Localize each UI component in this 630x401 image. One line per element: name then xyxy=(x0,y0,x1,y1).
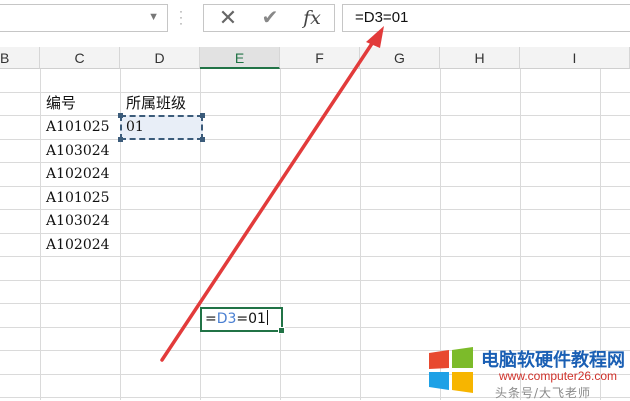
watermark-url: www.computer26.com xyxy=(499,369,618,383)
insert-function-button[interactable]: fx xyxy=(292,5,332,31)
cell-d3[interactable]: 01 xyxy=(122,116,144,139)
formula-prefix: = xyxy=(205,311,217,327)
name-box[interactable]: ▼ xyxy=(0,4,168,32)
chevron-down-icon[interactable]: ▼ xyxy=(148,11,159,23)
header-gap xyxy=(0,38,630,47)
fill-handle[interactable] xyxy=(278,327,285,334)
column-header-i[interactable]: I xyxy=(520,47,630,69)
watermark-credit: 头条号/大飞老师 xyxy=(495,386,592,400)
formula-bar: ▼ · · · ✕ ✔ fx =D3=01 xyxy=(0,0,630,39)
enter-button[interactable]: ✔ xyxy=(250,5,290,31)
active-cell-editor[interactable]: =D3=01 xyxy=(200,307,285,334)
column-header-f[interactable]: F xyxy=(280,47,360,69)
column-header-g[interactable]: G xyxy=(360,47,440,69)
drag-handle-icon[interactable]: · · · xyxy=(178,5,184,29)
formula-reference: D3 xyxy=(216,311,237,327)
formula-buttons: ✕ ✔ fx xyxy=(203,4,335,32)
cell-c4[interactable]: A103024 xyxy=(42,140,110,163)
cell-c5[interactable]: A102024 xyxy=(42,163,110,186)
cell-c8[interactable]: A102024 xyxy=(42,234,110,257)
column-header-e[interactable]: E xyxy=(200,47,280,69)
cancel-button[interactable]: ✕ xyxy=(208,5,248,31)
cell-c2-header[interactable]: 编号 xyxy=(42,92,76,115)
formula-input[interactable]: =D3=01 xyxy=(342,4,630,32)
formula-suffix: =01 xyxy=(236,311,266,327)
column-header-d[interactable]: D xyxy=(120,47,200,69)
column-header-h[interactable]: H xyxy=(440,47,520,69)
cell-c7[interactable]: A103024 xyxy=(42,210,110,233)
cell-c3[interactable]: A101025 xyxy=(42,116,110,139)
windows-logo-icon xyxy=(429,347,473,393)
text-caret xyxy=(266,310,268,325)
column-header-b[interactable]: B xyxy=(0,47,40,69)
cell-c6[interactable]: A101025 xyxy=(42,187,110,210)
column-header-c[interactable]: C xyxy=(40,47,120,69)
watermark: 电脑软硬件教程网 www.computer26.com 头条号/大飞老师 xyxy=(425,342,630,400)
cell-d2-header[interactable]: 所属班级 xyxy=(122,92,186,115)
